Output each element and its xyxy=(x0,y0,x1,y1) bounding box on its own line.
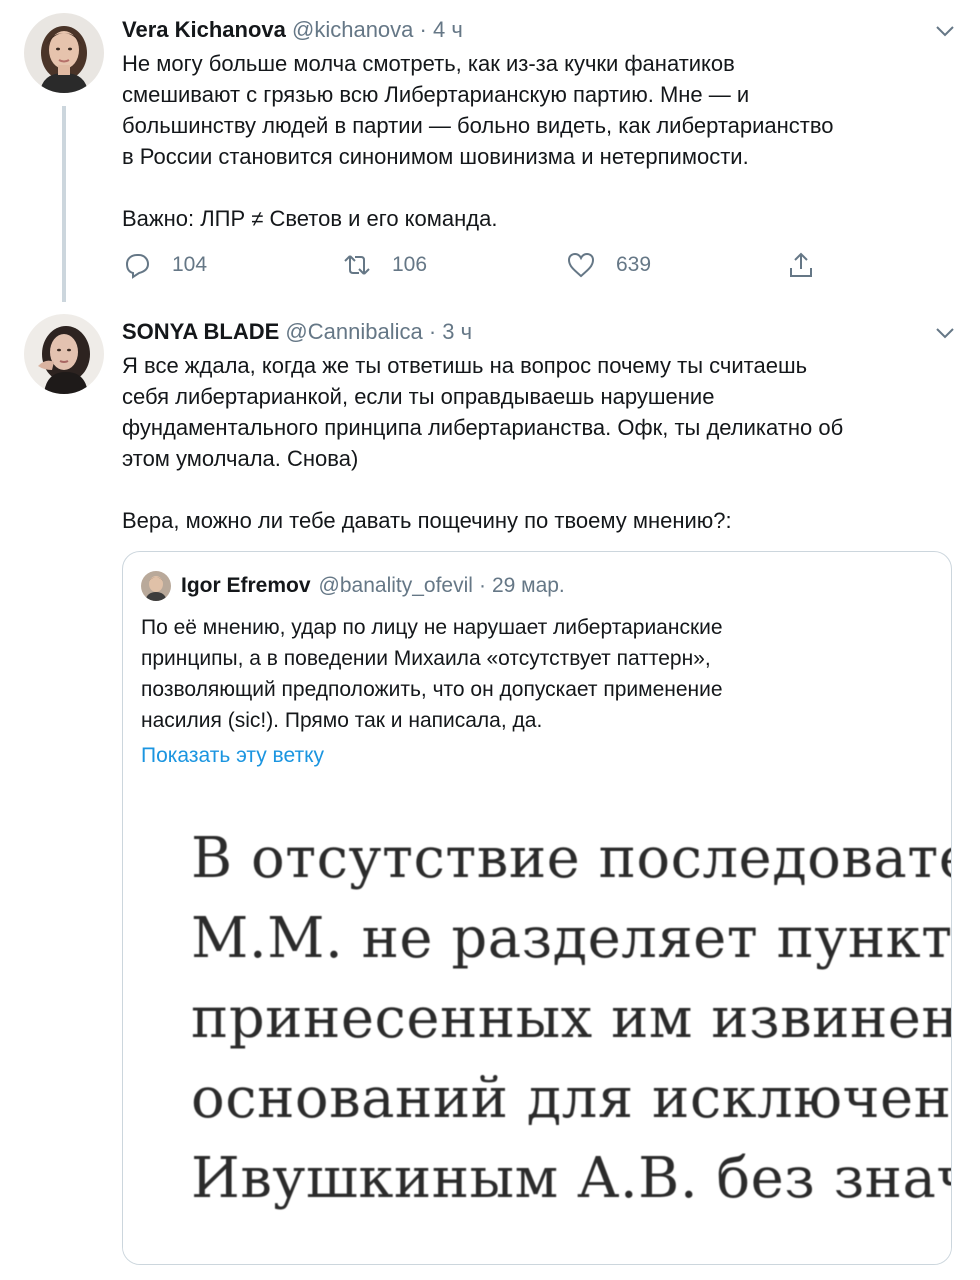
author-name[interactable]: SONYA BLADE xyxy=(122,319,279,344)
tweet-text-line: этом умолчала. Снова) xyxy=(122,446,359,471)
tweet-text-line: смешивают с грязью всю Либертарианскую п… xyxy=(122,82,750,107)
timestamp: 29 мар. xyxy=(491,574,565,597)
author-handle[interactable]: @Cannibalica xyxy=(285,319,422,344)
tweet-vera[interactable]: Vera Kichanova @kichanova · 4 ч Не могу … xyxy=(0,0,980,302)
quote-image[interactable]: В отсутствие последователь М.М. не разде… xyxy=(123,787,952,1264)
author-handle: @banality_ofevil xyxy=(318,574,473,597)
separator-dot: · xyxy=(478,574,486,597)
timestamp[interactable]: 3 ч xyxy=(442,319,472,344)
avatar[interactable] xyxy=(24,314,104,394)
separator-dot: · xyxy=(419,17,427,42)
separator-dot: · xyxy=(428,319,437,344)
quote-text-line: насилия (sic!). Прямо так и написала, да… xyxy=(141,709,543,732)
image-text-line: принесенных им извинений xyxy=(191,986,952,1051)
author-name[interactable]: Vera Kichanova xyxy=(122,17,286,42)
tweet-text-line: себя либертарианкой, если ты оправдываеш… xyxy=(122,384,715,409)
show-thread-link[interactable]: Показать эту ветку xyxy=(141,744,324,768)
quote-text-line: принципы, а в поведении Михаила «отсутст… xyxy=(141,647,711,670)
retweet-icon xyxy=(344,255,370,275)
image-text-line: Ивушкиным А.В. без значит xyxy=(191,1146,951,1211)
reply-button[interactable]: 104 xyxy=(122,250,207,280)
chevron-down-icon[interactable] xyxy=(932,18,958,44)
quoted-tweet[interactable]: Igor Efremov @banality_ofevil · 29 мар. … xyxy=(122,551,952,1265)
author-handle[interactable]: @kichanova xyxy=(292,17,413,42)
avatar[interactable] xyxy=(24,13,104,93)
tweet-header: SONYA BLADE @Cannibalica · 3 ч xyxy=(122,318,472,346)
reply-count: 104 xyxy=(172,253,208,276)
reply-icon xyxy=(125,254,150,279)
image-text-line: М.М. не разделяет пункт 2 Д xyxy=(191,906,952,971)
quote-header: Igor Efremov @banality_ofevil · 29 мар. xyxy=(141,570,565,602)
like-icon xyxy=(567,252,595,278)
quote-text-line: позволяющий предположить, что он допуска… xyxy=(141,678,723,701)
avatar xyxy=(141,571,171,601)
chevron-down-icon[interactable] xyxy=(932,320,958,346)
image-text-line: В отсутствие последователь xyxy=(191,826,951,891)
tweet-text-line: Я все ждала, когда же ты ответишь на воп… xyxy=(122,353,808,378)
tweet-text-line: Вера, можно ли тебе давать пощечину по т… xyxy=(122,508,732,533)
share-icon xyxy=(790,252,812,277)
tweet-text-line: фундаментального принципа либертарианств… xyxy=(122,415,844,440)
timestamp[interactable]: 4 ч xyxy=(433,17,463,42)
tweet-header: Vera Kichanova @kichanova · 4 ч xyxy=(122,16,463,44)
tweet-text-line: Важно: ЛПР ≠ Светов и его команда. xyxy=(122,206,498,231)
image-text-line: оснований для исключения xyxy=(191,1066,952,1131)
quote-text: По её мнению, удар по лицу не нарушает л… xyxy=(141,612,931,736)
tweet-text-line: в России становится синонимом шовинизма … xyxy=(122,144,749,169)
tweet-text: Не могу больше молча смотреть, как из-за… xyxy=(122,48,962,234)
tweet-text-line: Не могу больше молча смотреть, как из-за… xyxy=(122,51,735,76)
tweet-text-line: большинству людей в партии — больно виде… xyxy=(122,113,834,138)
quote-text-line: По её мнению, удар по лицу не нарушает л… xyxy=(141,616,723,639)
retweet-count: 106 xyxy=(392,253,428,276)
like-button[interactable]: 639 xyxy=(566,250,651,280)
like-count: 639 xyxy=(616,253,652,276)
tweet-actions: 104 106 639 xyxy=(122,250,822,284)
thread-connector xyxy=(62,106,66,302)
author-name: Igor Efremov xyxy=(181,574,311,597)
tweet-text: Я все ждала, когда же ты ответишь на воп… xyxy=(122,350,962,536)
share-button[interactable] xyxy=(786,250,836,280)
retweet-button[interactable]: 106 xyxy=(342,250,427,280)
